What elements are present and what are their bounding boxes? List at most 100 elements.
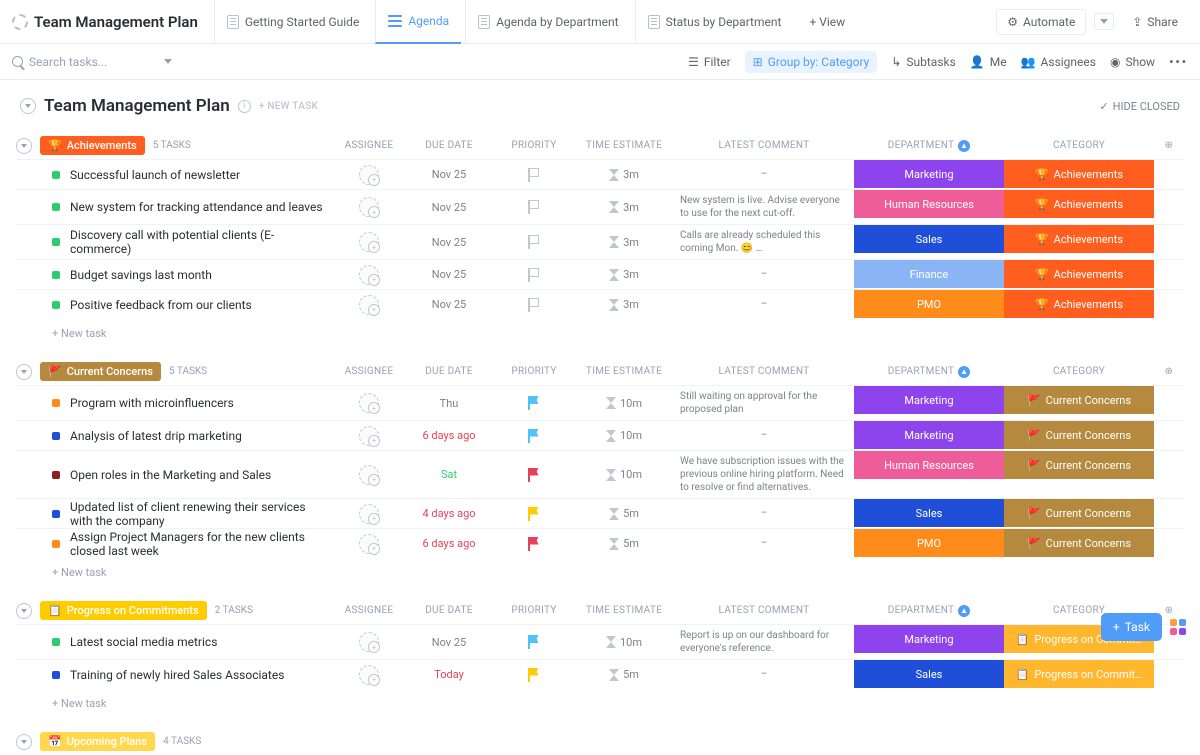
task-row[interactable]: Discovery call with potential clients (E… [16,224,1184,259]
filter-button[interactable]: ☰Filter [688,55,731,69]
due-date-cell[interactable]: 6 days ago [404,429,494,442]
comment-cell[interactable]: We have subscription issues with the pre… [674,451,854,498]
col-due[interactable]: DUE DATE [404,366,494,378]
category-tag[interactable]: 🏆Achievements [1004,190,1154,218]
due-date-cell[interactable]: Nov 25 [404,236,494,249]
status-square-icon[interactable] [52,171,60,179]
department-tag[interactable]: PMO [854,529,1004,557]
task-row[interactable]: Positive feedback from our clients Nov 2… [16,289,1184,319]
category-tag[interactable]: 🏆Achievements [1004,225,1154,253]
task-name[interactable]: Program with microinfluencers [70,396,334,410]
assignee-avatar-icon[interactable] [359,165,379,185]
task-name[interactable]: Discovery call with potential clients (E… [70,228,334,256]
task-name[interactable]: Assign Project Managers for the new clie… [70,530,334,558]
info-icon[interactable]: i [238,100,251,113]
task-name[interactable]: Open roles in the Marketing and Sales [70,468,334,482]
assignee-avatar-icon[interactable] [359,393,379,413]
priority-cell[interactable] [494,635,574,649]
department-tag[interactable]: Marketing [854,625,1004,653]
due-date-cell[interactable]: Nov 25 [404,636,494,649]
col-category[interactable]: CATEGORY [1004,140,1154,152]
comment-cell[interactable]: Calls are already scheduled this coming … [674,225,854,259]
estimate-cell[interactable]: 10m [574,429,674,442]
assignee-cell[interactable] [334,197,404,217]
collapse-group-button[interactable] [16,364,32,380]
estimate-cell[interactable]: 3m [574,268,674,281]
task-name[interactable]: Analysis of latest drip marketing [70,429,334,443]
priority-cell[interactable] [494,168,574,182]
assignee-cell[interactable] [334,534,404,554]
status-square-icon[interactable] [52,238,60,246]
estimate-cell[interactable]: 3m [574,236,674,249]
status-square-icon[interactable] [52,471,60,479]
new-task-row-button[interactable]: + New task [16,558,1184,579]
status-square-icon[interactable] [52,301,60,309]
assignee-cell[interactable] [334,393,404,413]
department-tag[interactable]: Marketing [854,421,1004,449]
comment-cell[interactable]: – [674,664,854,685]
share-button[interactable]: ⇪ Share [1122,10,1188,34]
comment-cell[interactable]: – [674,264,854,285]
col-priority[interactable]: PRIORITY [494,140,574,152]
task-name[interactable]: New system for tracking attendance and l… [70,200,334,214]
assignee-cell[interactable] [334,504,404,524]
category-tag[interactable]: 📋Progress on Commit… [1004,660,1154,688]
status-square-icon[interactable] [52,510,60,518]
group-header[interactable]: 📅Upcoming Plans 4 TASKS [16,728,1184,755]
status-square-icon[interactable] [52,271,60,279]
assignee-avatar-icon[interactable] [359,465,379,485]
col-department[interactable]: DEPARTMENT▲ [854,140,1004,152]
new-task-fab[interactable]: +Task [1101,613,1162,641]
col-priority[interactable]: PRIORITY [494,366,574,378]
task-name[interactable]: Training of newly hired Sales Associates [70,668,334,682]
estimate-cell[interactable]: 5m [574,537,674,550]
col-assignee[interactable]: ASSIGNEE [334,140,404,152]
task-row[interactable]: Assign Project Managers for the new clie… [16,528,1184,558]
assignee-avatar-icon[interactable] [359,295,379,315]
due-date-cell[interactable]: Today [404,668,494,681]
due-date-cell[interactable]: Nov 25 [404,168,494,181]
department-tag[interactable]: Marketing [854,386,1004,414]
comment-cell[interactable]: – [674,425,854,446]
status-square-icon[interactable] [52,432,60,440]
search-input[interactable]: Search tasks... [12,55,172,69]
collapse-all-button[interactable] [20,98,36,114]
assignees-button[interactable]: 👥Assignees [1021,55,1096,69]
col-comment[interactable]: LATEST COMMENT [674,605,854,617]
col-comment[interactable]: LATEST COMMENT [674,140,854,152]
status-square-icon[interactable] [52,671,60,679]
col-estimate[interactable]: TIME ESTIMATE [574,366,674,378]
estimate-cell[interactable]: 10m [574,636,674,649]
assignee-avatar-icon[interactable] [359,426,379,446]
category-tag[interactable]: 🚩Current Concerns [1004,499,1154,527]
new-task-header-button[interactable]: + NEW TASK [259,101,318,112]
task-name[interactable]: Budget savings last month [70,268,334,282]
category-tag[interactable]: 🏆Achievements [1004,260,1154,288]
task-row[interactable]: Training of newly hired Sales Associates… [16,659,1184,689]
comment-cell[interactable]: Still waiting on approval for the propos… [674,386,854,420]
new-task-row-button[interactable]: + New task [16,689,1184,710]
col-due[interactable]: DUE DATE [404,605,494,617]
priority-cell[interactable] [494,235,574,249]
col-assignee[interactable]: ASSIGNEE [334,366,404,378]
col-assignee[interactable]: ASSIGNEE [334,605,404,617]
col-estimate[interactable]: TIME ESTIMATE [574,605,674,617]
col-comment[interactable]: LATEST COMMENT [674,366,854,378]
task-name[interactable]: Updated list of client renewing their se… [70,500,334,528]
task-row[interactable]: Analysis of latest drip marketing 6 days… [16,420,1184,450]
department-tag[interactable]: PMO [854,290,1004,318]
due-date-cell[interactable]: 6 days ago [404,537,494,550]
show-button[interactable]: ◉Show [1110,55,1155,69]
due-date-cell[interactable]: Thu [404,397,494,410]
assignee-avatar-icon[interactable] [359,534,379,554]
assignee-cell[interactable] [334,665,404,685]
assignee-cell[interactable] [334,632,404,652]
assignee-avatar-icon[interactable] [359,197,379,217]
category-tag[interactable]: 🚩Current Concerns [1004,451,1154,479]
priority-cell[interactable] [494,507,574,521]
assignee-cell[interactable] [334,265,404,285]
comment-cell[interactable]: – [674,533,854,554]
comment-cell[interactable]: – [674,164,854,185]
task-row[interactable]: Updated list of client renewing their se… [16,498,1184,528]
due-date-cell[interactable]: Nov 25 [404,201,494,214]
